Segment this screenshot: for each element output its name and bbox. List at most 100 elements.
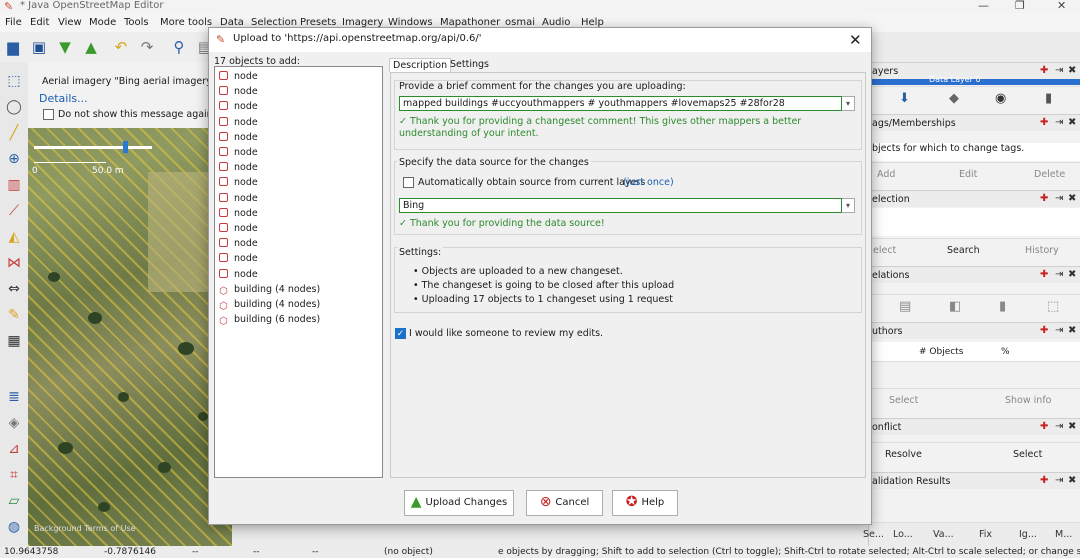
tab-selection[interactable]: Se... (863, 526, 884, 544)
maximize-icon[interactable]: ❐ (1015, 0, 1025, 12)
grid-tool-icon[interactable]: ▦ (3, 330, 25, 352)
tab-more[interactable]: M... (1055, 526, 1072, 544)
layers-tool-icon[interactable]: ≣ (3, 386, 25, 408)
map-tool-icon[interactable]: ▱ (3, 490, 25, 512)
object-list-item[interactable]: node (219, 69, 258, 84)
review-checkbox[interactable]: ✓ (395, 328, 406, 339)
comment-history-dropdown[interactable]: ▾ (842, 96, 855, 111)
minimize-icon[interactable]: — (978, 0, 989, 12)
panel-settings-icon[interactable]: ✚ (1040, 269, 1048, 281)
close-window-icon[interactable]: ✕ (1057, 0, 1066, 12)
object-list-item[interactable]: ⬡ building (4 nodes) (219, 297, 320, 312)
objects-list[interactable]: node node node node node node node node node node… (214, 66, 383, 478)
panel-close-icon[interactable]: ✖ (1068, 325, 1076, 337)
just-once-link[interactable]: (just once) (623, 177, 674, 188)
lasso-tool-icon[interactable]: ◯ (3, 96, 25, 118)
source-input[interactable]: Bing (399, 198, 842, 213)
redo-icon[interactable]: ↷ (137, 36, 157, 58)
zoom-icon[interactable]: ⚲ (169, 36, 189, 58)
globe-tool-icon[interactable]: ◍ (3, 516, 25, 538)
help-button[interactable]: ✪ Help (612, 490, 678, 516)
menu-mode[interactable]: Mode (89, 17, 116, 28)
panel-detach-icon[interactable]: ⇥ (1055, 475, 1063, 487)
panel-settings-icon[interactable]: ✚ (1040, 325, 1048, 337)
map-view[interactable]: Background Terms of Use (28, 62, 232, 546)
panel-detach-icon[interactable]: ⇥ (1055, 193, 1063, 205)
pencil-tool-icon[interactable]: ✎ (3, 304, 25, 326)
conflict-select-button[interactable]: Select (1013, 446, 1042, 464)
zoom-slider-thumb[interactable] (123, 141, 128, 153)
undo-icon[interactable]: ↶ (111, 36, 131, 58)
dialog-close-icon[interactable]: ✕ (849, 32, 862, 48)
search-button[interactable]: Search (947, 242, 980, 260)
source-history-dropdown[interactable]: ▾ (842, 198, 855, 213)
object-list-item[interactable]: node (219, 115, 258, 130)
object-list-item[interactable]: node (219, 251, 258, 266)
object-list-item[interactable]: node (219, 130, 258, 145)
relation-duplicate-icon[interactable]: ◧ (949, 298, 961, 316)
object-list-item[interactable]: node (219, 84, 258, 99)
panel-detach-icon[interactable]: ⇥ (1055, 421, 1063, 433)
upload-icon[interactable]: ▲ (81, 36, 101, 58)
relation-tool-icon[interactable]: ⌗ (3, 464, 25, 486)
panel-close-icon[interactable]: ✖ (1068, 421, 1076, 433)
object-list-item[interactable]: node (219, 99, 258, 114)
object-list-item[interactable]: ⬡ building (6 nodes) (219, 312, 320, 327)
menu-file[interactable]: File (5, 17, 22, 28)
object-list-item[interactable]: node (219, 175, 258, 190)
panel-settings-icon[interactable]: ✚ (1040, 65, 1048, 77)
panel-settings-icon[interactable]: ✚ (1040, 193, 1048, 205)
object-list-item[interactable]: node (219, 221, 258, 236)
tab-layers[interactable]: Lo... (893, 526, 913, 544)
object-list-item[interactable]: node (219, 267, 258, 282)
panel-detach-icon[interactable]: ⇥ (1055, 325, 1063, 337)
split-tool-icon[interactable]: ⋈ (3, 252, 25, 274)
object-list-item[interactable]: ⬡ building (4 nodes) (219, 282, 320, 297)
arrows-tool-icon[interactable]: ⇔ (3, 278, 25, 300)
add-tag-button[interactable]: Add (877, 166, 895, 184)
menu-view[interactable]: View (58, 17, 82, 28)
select-tool-icon[interactable]: ⬚ (3, 70, 25, 92)
tab-fix[interactable]: Fix (979, 526, 992, 544)
tab-description[interactable]: Description (389, 58, 452, 72)
details-link[interactable]: Details... (39, 92, 88, 105)
show-info-button[interactable]: Show info (1005, 392, 1051, 410)
open-icon[interactable]: ▆ (3, 36, 23, 58)
object-list-item[interactable]: node (219, 191, 258, 206)
building-tool-icon[interactable]: ◭ (3, 226, 25, 248)
edit-tag-button[interactable]: Edit (959, 166, 977, 184)
menu-tools[interactable]: Tools (124, 17, 149, 28)
measure-tool-icon[interactable]: ⊿ (3, 438, 25, 460)
cancel-button[interactable]: ⊗ Cancel (526, 490, 603, 516)
panel-close-icon[interactable]: ✖ (1068, 117, 1076, 129)
selection-list[interactable] (869, 208, 1080, 236)
delete-tool-icon[interactable]: ▥ (3, 174, 25, 196)
map-attribution[interactable]: Background Terms of Use (34, 524, 136, 533)
select-button[interactable]: elect (873, 242, 896, 260)
panel-detach-icon[interactable]: ⇥ (1055, 117, 1063, 129)
object-list-item[interactable]: node (219, 236, 258, 251)
dont-show-checkbox[interactable] (43, 109, 54, 120)
authors-select-button[interactable]: Select (889, 392, 918, 410)
panel-close-icon[interactable]: ✖ (1068, 65, 1076, 77)
panel-settings-icon[interactable]: ✚ (1040, 117, 1048, 129)
resolve-button[interactable]: Resolve (885, 446, 922, 464)
way-tool-icon[interactable]: ⟋ (3, 200, 25, 222)
delete-tag-button[interactable]: Delete (1034, 166, 1065, 184)
zoom-tool-icon[interactable]: ⊕ (3, 148, 25, 170)
auto-source-checkbox[interactable] (403, 177, 414, 188)
authors-col-percent[interactable]: % (1001, 347, 1010, 357)
merge-icon[interactable]: ◆ (949, 90, 959, 108)
tab-settings[interactable]: Settings (447, 58, 492, 72)
panel-close-icon[interactable]: ✖ (1068, 475, 1076, 487)
panel-close-icon[interactable]: ✖ (1068, 193, 1076, 205)
menu-more-tools[interactable]: More tools (160, 17, 212, 28)
draw-tool-icon[interactable]: ╱ (3, 122, 25, 144)
move-down-icon[interactable]: ⬇ (899, 90, 910, 108)
panel-detach-icon[interactable]: ⇥ (1055, 65, 1063, 77)
save-icon[interactable]: ▣ (29, 36, 49, 58)
object-list-item[interactable]: node (219, 160, 258, 175)
tab-validation[interactable]: Va... (933, 526, 954, 544)
layer-row[interactable]: Data Layer 0 (869, 75, 1080, 85)
relation-delete-icon[interactable]: ▮ (999, 298, 1006, 316)
